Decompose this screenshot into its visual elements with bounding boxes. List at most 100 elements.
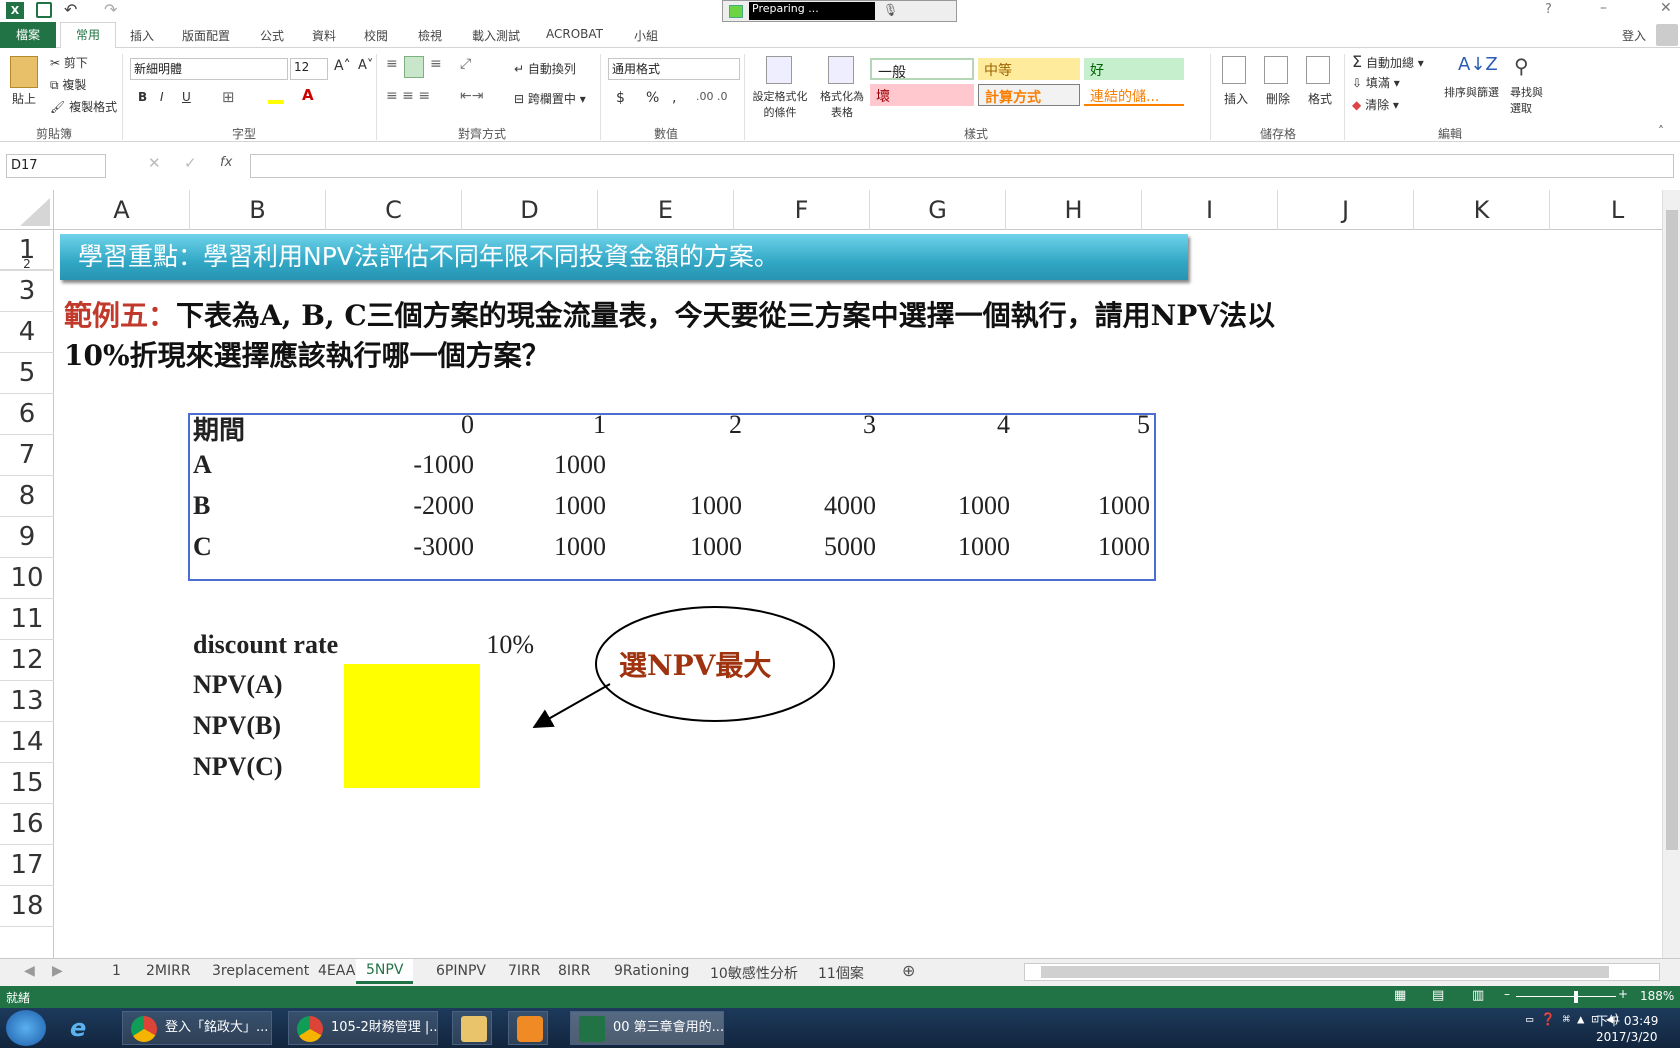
border-icon[interactable]: ⊞ [222,88,235,106]
style-linked-cell[interactable]: 連結的儲... [1084,84,1184,106]
zoom-level[interactable]: 188% [1640,989,1674,1003]
insert-function-icon[interactable]: fx [220,155,232,170]
insert-cells-icon[interactable] [1222,56,1246,84]
column-header[interactable]: J [1278,190,1414,230]
format-painter-button[interactable]: 🖌 複製格式 [50,98,117,115]
horizontal-scroll-thumb[interactable] [1041,966,1609,978]
column-header[interactable]: G [870,190,1006,230]
tab-acrobat[interactable]: ACROBAT [546,27,603,41]
delete-cells-icon[interactable] [1264,56,1288,84]
sheet-tab[interactable]: 3replacement [212,963,309,979]
conditional-format-icon[interactable] [766,56,792,84]
row-header[interactable]: 13 [0,681,54,722]
row-header[interactable]: 9 [0,517,54,558]
table-cell[interactable]: 1000 [486,532,606,562]
font-name-select[interactable]: 新細明體 [130,58,288,80]
table-header-cell[interactable]: 5 [1030,410,1150,440]
tab-team[interactable]: 小組 [634,27,658,44]
tab-home[interactable]: 常用 [60,22,116,49]
row-header[interactable]: 14 [0,722,54,763]
table-cell[interactable]: 1000 [486,491,606,521]
style-neutral[interactable]: 中等 [978,58,1080,80]
row-header[interactable]: 8 [0,476,54,517]
row-header[interactable]: 5 [0,353,54,394]
format-as-table-button[interactable]: 格式化為表格 [816,88,868,120]
vertical-scrollbar[interactable] [1662,190,1680,958]
tab-page-layout[interactable]: 版面配置 [182,27,230,44]
row-header[interactable]: 10 [0,558,54,599]
align-bottom-icon[interactable]: ≡ [430,56,442,72]
delete-cells-button[interactable]: 刪除 [1266,90,1290,107]
table-header-cell[interactable]: 1 [486,410,606,440]
taskbar-explorer[interactable] [452,1011,492,1045]
column-header[interactable]: D [462,190,598,230]
login-link[interactable]: 登入 [1622,27,1646,44]
save-icon[interactable] [36,2,52,18]
table-header-cell[interactable]: 0 [354,410,474,440]
table-header-cell[interactable]: 期間 [193,410,245,447]
sheet-tab[interactable]: 11個案 [818,963,864,983]
column-header[interactable]: I [1142,190,1278,230]
row-header[interactable]: 17 [0,845,54,886]
shrink-font-icon[interactable]: A˅ [358,58,373,73]
insert-cells-button[interactable]: 插入 [1224,90,1248,107]
grow-font-icon[interactable]: A˄ [334,58,351,74]
sheet-tab[interactable]: 8IRR [558,963,591,979]
taskbar-chrome-1[interactable]: 登入「銘政大」... [122,1011,272,1045]
align-left-icon[interactable]: ≡ ≡ ≡ [386,88,430,104]
sheet-tab[interactable]: 2MIRR [146,963,191,979]
undo-icon[interactable]: ↶ [64,0,77,19]
zoom-slider-thumb[interactable] [1574,991,1578,1003]
sort-filter-button[interactable]: 排序與篩選 [1444,84,1499,100]
table-cell[interactable]: C [193,532,212,562]
tab-data[interactable]: 資料 [312,27,336,44]
sheet-tab[interactable]: 10敏感性分析 [710,963,798,983]
table-cell[interactable]: B [193,491,210,521]
vertical-scroll-thumb[interactable] [1666,210,1678,850]
tab-file[interactable]: 檔案 [0,22,56,48]
row-header[interactable]: 15 [0,763,54,804]
scroll-right-icon[interactable]: ▶ [52,963,63,979]
paste-button[interactable]: 貼上 [12,90,36,107]
orientation-icon[interactable]: ⤢ [460,56,471,72]
currency-button[interactable]: $ [616,90,625,106]
cut-button[interactable]: ✂ 剪下 [50,54,88,71]
row-header[interactable]: 12 [0,640,54,681]
zoom-slider[interactable] [1516,996,1616,997]
table-cell[interactable]: 1000 [890,532,1010,562]
avatar[interactable] [1656,24,1678,46]
tab-review[interactable]: 校閱 [364,27,388,44]
copy-button[interactable]: ⧉ 複製 [50,76,86,93]
row-header[interactable]: 6 [0,394,54,435]
page-break-view-icon[interactable]: ▥ [1472,988,1484,1003]
fill-button[interactable]: ⇩ 填滿 ▾ [1352,74,1400,91]
zoom-out-icon[interactable]: – [1504,987,1510,1001]
format-cells-button[interactable]: 格式 [1308,90,1332,107]
row-header[interactable]: 7 [0,435,54,476]
underline-button[interactable]: U [182,90,191,104]
tab-view[interactable]: 檢視 [418,27,442,44]
table-cell[interactable]: 1000 [622,491,742,521]
collapse-ribbon-icon[interactable]: ˄ [1658,124,1664,138]
merge-center-button[interactable]: ⊟ 跨欄置中 ▾ [514,90,586,107]
align-top-icon[interactable]: ≡ [386,56,398,72]
percent-button[interactable]: % [646,90,659,106]
help-icon[interactable]: ? [1545,2,1552,17]
table-cell[interactable]: 1000 [1030,532,1150,562]
scroll-left-icon[interactable]: ◀ [24,963,35,979]
column-header[interactable]: E [598,190,734,230]
wrap-text-button[interactable]: ↵ 自動換列 [514,60,576,77]
npv-result-cells[interactable] [344,664,480,788]
font-color-icon[interactable]: A [302,86,314,104]
column-header[interactable]: L [1550,190,1680,230]
table-cell[interactable]: 1000 [622,532,742,562]
paste-icon[interactable] [10,56,38,88]
fill-color-icon[interactable] [268,100,284,104]
table-cell[interactable]: A [193,450,212,480]
taskbar-chrome-2[interactable]: 105-2財務管理 |... [288,1011,438,1045]
name-box[interactable]: D17 [6,154,106,178]
table-cell[interactable]: 1000 [486,450,606,480]
sheet-tab[interactable]: 1 [112,963,121,979]
select-all-corner[interactable] [0,190,54,230]
sheet-tab[interactable]: 9Rationing [614,963,689,979]
